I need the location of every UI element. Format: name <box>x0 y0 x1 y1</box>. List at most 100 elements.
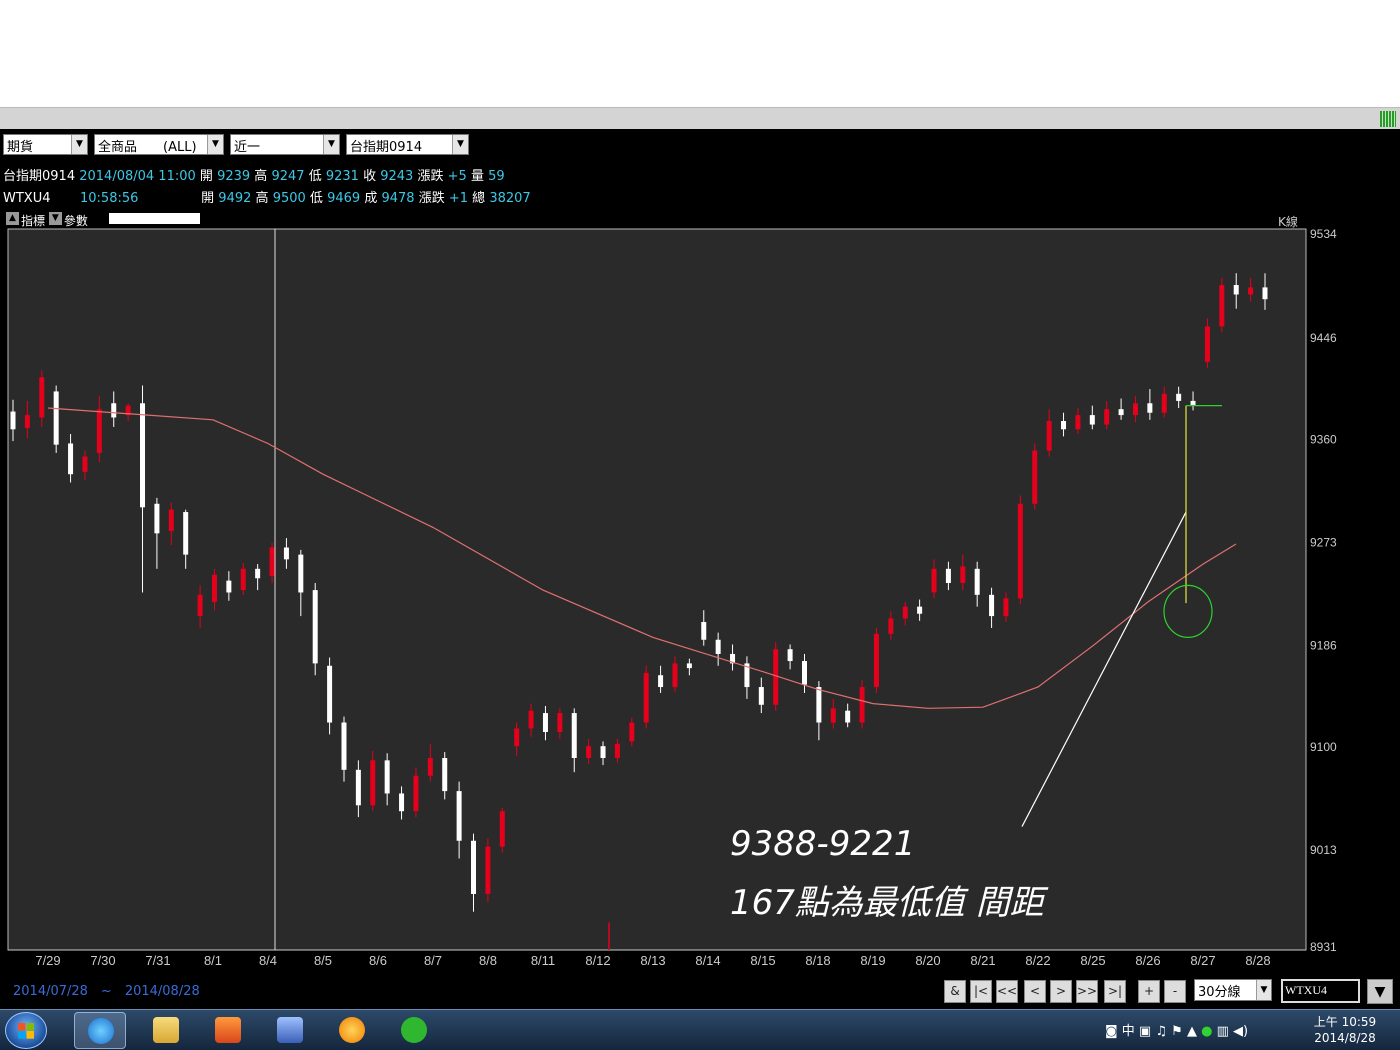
candle-body <box>298 554 304 593</box>
candle-body <box>816 687 822 723</box>
quote-time: 10:58:56 <box>80 191 139 206</box>
candle-body <box>154 503 160 534</box>
quote-close: 9478 <box>381 191 415 206</box>
start-button[interactable] <box>5 1012 47 1049</box>
nav-button[interactable]: << <box>996 980 1018 1003</box>
candle-body <box>528 710 534 729</box>
quote-high: 9500 <box>272 191 306 206</box>
candle-body <box>859 687 865 723</box>
candle-body <box>413 775 419 812</box>
flag-icon[interactable]: ⚑ <box>1171 1024 1183 1039</box>
candle-body <box>600 746 606 758</box>
candle-body <box>370 760 376 806</box>
candle-body <box>111 403 117 418</box>
candle-body <box>168 509 174 531</box>
indicator-param-field[interactable] <box>109 213 200 224</box>
nav-button[interactable]: |< <box>970 980 992 1003</box>
candle-body <box>226 580 232 593</box>
candle-body <box>53 391 59 445</box>
contract-select[interactable]: 台指期0914 ▼ <box>346 134 469 155</box>
candle-body <box>499 811 505 847</box>
nav-button[interactable]: + <box>1138 980 1160 1003</box>
chevron-down-icon[interactable]: ▼ <box>71 135 87 154</box>
ime-mode[interactable]: 中 <box>1122 1024 1135 1039</box>
quote-line-live: WTXU4 10:58:56 開 9492 高 9500 低 9469 成 947… <box>3 191 531 206</box>
annotation-text: 9388-9221 <box>730 824 915 864</box>
candle-body <box>629 722 635 742</box>
trading-app: 期貨 ▼ 全商品 (ALL) ▼ 近一 ▼ 台指期0914 ▼ 台指期0914 2014… <box>0 129 1400 1009</box>
line-icon <box>401 1017 427 1043</box>
network-icon[interactable]: ♫ <box>1155 1024 1167 1039</box>
candle-body <box>542 713 548 732</box>
candle-body <box>485 846 491 894</box>
code-input[interactable]: WTXU4 <box>1281 979 1360 1003</box>
y-tick-label: 9360 <box>1310 433 1337 447</box>
candle-body <box>917 606 923 614</box>
taskbar-ie[interactable] <box>74 1012 126 1049</box>
quote-volume: 59 <box>488 169 505 184</box>
period-select[interactable]: 近一 ▼ <box>230 134 340 155</box>
product-select[interactable]: 全商品 (ALL) ▼ <box>94 134 224 155</box>
taskbar-browser[interactable] <box>326 1012 378 1049</box>
chat-icon[interactable]: ● <box>1201 1024 1212 1039</box>
nav-button[interactable]: - <box>1164 980 1186 1003</box>
expand-icon[interactable]: ▼ <box>48 212 62 225</box>
collapse-icon[interactable]: ▲ <box>6 212 19 225</box>
candlestick-chart[interactable]: 9534 9446 9360 9273 9186 9100 9013 8931 7/29 7/30… <box>0 225 1400 975</box>
candle-body <box>1176 393 1182 401</box>
nav-button[interactable]: & <box>944 980 966 1003</box>
market-select[interactable]: 期貨 ▼ <box>3 134 88 155</box>
candle-body <box>82 456 88 472</box>
clock-time: 上午 10:59 <box>1313 1015 1377 1029</box>
x-tick-label: 8/25 <box>1080 953 1105 968</box>
x-tick-label: 8/11 <box>531 953 555 968</box>
keyboard-icon[interactable]: ▣ <box>1139 1024 1151 1039</box>
x-tick-label: 8/26 <box>1135 953 1160 968</box>
candle-body <box>10 411 16 430</box>
candle-body <box>830 708 836 723</box>
nav-button[interactable]: > <box>1050 980 1072 1003</box>
candle-body <box>1032 450 1038 504</box>
taskbar-app[interactable] <box>264 1012 316 1049</box>
nav-button[interactable]: >| <box>1104 980 1126 1003</box>
x-tick-label: 8/6 <box>369 953 387 968</box>
dropdown-button[interactable]: ▼ <box>1367 979 1393 1004</box>
chevron-down-icon[interactable]: ▼ <box>323 135 339 154</box>
quote-open: 9239 <box>217 169 251 184</box>
clock[interactable]: 上午 10:59 2014/8/28 <box>1310 1014 1380 1046</box>
indicator-bar: ▲ 指標 ▼ 參數 <box>6 212 88 228</box>
taskbar-explorer[interactable] <box>140 1012 192 1049</box>
candle-body <box>96 409 102 453</box>
interval-select[interactable]: 30分線 ▼ <box>1194 979 1272 1001</box>
candle-body <box>355 769 361 806</box>
nav-button[interactable]: >> <box>1076 980 1098 1003</box>
x-tick-label: 8/21 <box>970 953 995 968</box>
period-select-value: 近一 <box>234 140 261 155</box>
taskbar-media[interactable] <box>202 1012 254 1049</box>
candle-body <box>39 377 45 418</box>
nav-button[interactable]: < <box>1024 980 1046 1003</box>
taskbar-line[interactable] <box>388 1012 440 1049</box>
chevron-down-icon[interactable]: ▼ <box>207 135 223 154</box>
volume-icon[interactable]: ◀) <box>1233 1024 1248 1039</box>
candle-body <box>211 574 217 602</box>
candle-body <box>614 743 620 758</box>
monitor-icon[interactable]: ▥ <box>1217 1024 1229 1039</box>
candle-body <box>1161 393 1167 413</box>
resize-grip-icon[interactable] <box>1380 111 1396 127</box>
candle-body <box>1104 409 1110 425</box>
clock-date: 2014/8/28 <box>1314 1031 1376 1045</box>
y-tick-label: 9013 <box>1310 843 1337 857</box>
show-hidden-icon[interactable]: ▲ <box>1187 1024 1197 1039</box>
chevron-down-icon[interactable]: ▼ <box>1256 980 1271 1000</box>
app-icon <box>277 1017 303 1043</box>
annotation-text: 167點為最低值 間距 <box>730 883 1049 923</box>
ime-icon[interactable]: ◙ <box>1105 1024 1118 1039</box>
candle-body <box>442 757 448 792</box>
candle-body <box>197 594 203 617</box>
candle-body <box>24 415 30 429</box>
chevron-down-icon[interactable]: ▼ <box>452 135 468 154</box>
blank-region <box>0 0 1400 107</box>
candle-body <box>1089 415 1095 425</box>
candle-body <box>586 746 592 758</box>
